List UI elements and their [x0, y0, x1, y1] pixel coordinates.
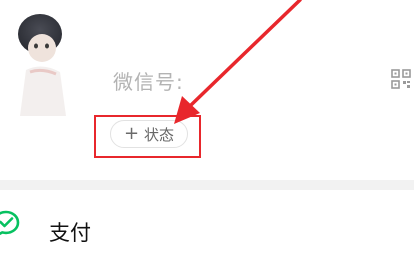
annotation-highlight-box	[94, 115, 201, 158]
menu-item-pay[interactable]: 支付	[0, 190, 414, 258]
menu-item-label: 支付	[49, 221, 91, 245]
qr-code-icon[interactable]	[391, 69, 411, 89]
avatar[interactable]	[6, 6, 84, 116]
wechat-pay-icon	[0, 210, 20, 236]
section-divider	[0, 180, 414, 190]
wechat-id-label: 微信号:	[113, 70, 184, 94]
profile-header: 微信号: + 状态	[0, 0, 414, 180]
